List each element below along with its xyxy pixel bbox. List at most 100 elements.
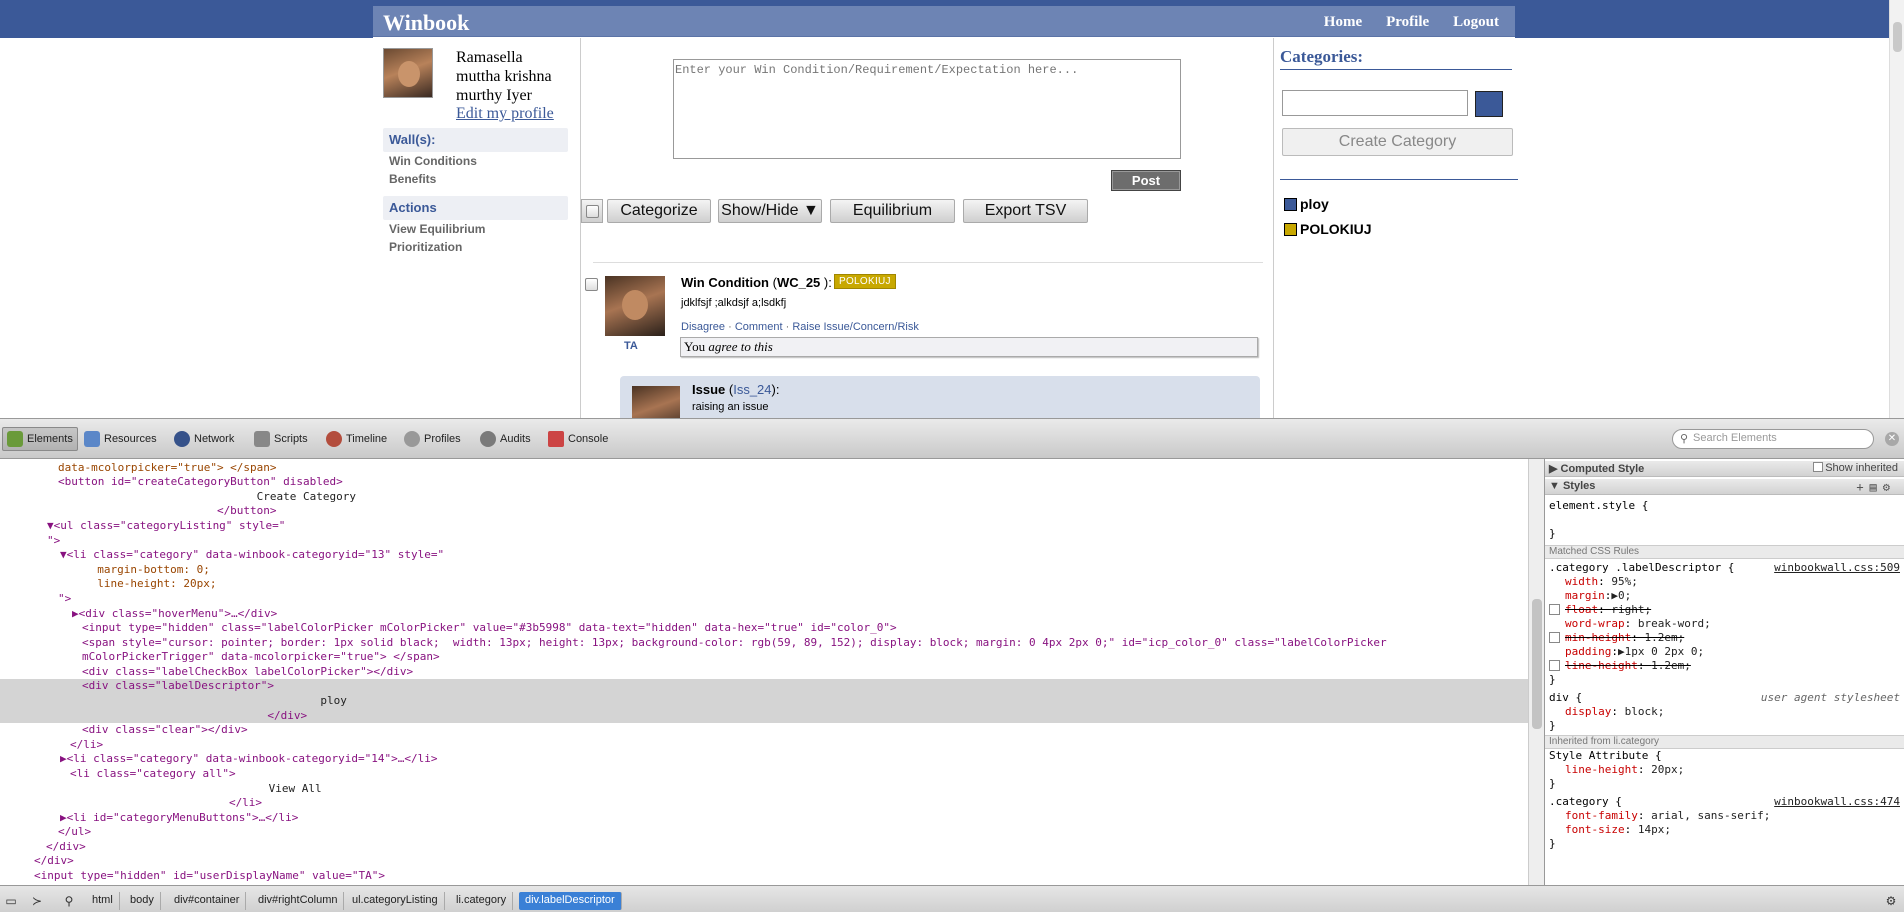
rule-source-link[interactable]: winbookwall.css:509 <box>1774 561 1900 574</box>
create-category-button[interactable]: Create Category <box>1282 128 1513 156</box>
dom-line[interactable]: <button id="createCategoryButton" disabl… <box>0 475 1528 490</box>
dom-line[interactable]: ▶<li class="category" data-winbook-categ… <box>0 752 1528 767</box>
css-property[interactable]: line-height: 20px; <box>1549 763 1901 777</box>
tab-network[interactable]: Network <box>170 427 238 451</box>
tab-audits[interactable]: Audits <box>476 427 535 451</box>
dom-line[interactable]: Create Category <box>0 490 1528 505</box>
dom-line[interactable]: </li> <box>0 738 1528 753</box>
nav-profile[interactable]: Profile <box>1386 14 1429 31</box>
styles-header[interactable]: ▼ Styles <box>1545 479 1904 495</box>
dom-line[interactable]: ▶<li id="categoryMenuButtons">…</li> <box>0 811 1528 826</box>
dom-line[interactable]: "> <box>0 592 1528 607</box>
post-author-name[interactable]: TA <box>624 340 638 352</box>
post-button[interactable]: Post <box>1111 170 1181 191</box>
dom-line-selected[interactable]: <div class="labelDescriptor"> <box>0 679 1528 694</box>
inspect-icon[interactable]: ⚲ <box>60 892 78 910</box>
dom-line[interactable]: line-height: 20px; <box>0 577 1528 592</box>
comment-link[interactable]: Comment <box>735 321 783 333</box>
prioritization-link[interactable]: Prioritization <box>389 240 462 254</box>
dom-line[interactable]: mColorPickerTrigger" data-mcolorpicker="… <box>0 650 1528 665</box>
export-tsv-button[interactable]: Export TSV <box>963 199 1088 223</box>
view-equilibrium-link[interactable]: View Equilibrium <box>389 222 485 236</box>
category-color-swatch[interactable] <box>1284 198 1297 211</box>
css-property[interactable]: font-family: arial, sans-serif; <box>1549 809 1901 823</box>
breadcrumb-categorylisting[interactable]: ul.categoryListing <box>346 892 445 910</box>
tab-profiles[interactable]: Profiles <box>400 427 465 451</box>
tab-elements[interactable]: Elements <box>2 427 78 451</box>
show-inherited-toggle[interactable]: Show inherited <box>1813 462 1898 474</box>
dom-line[interactable]: <div class="clear"></div> <box>0 723 1528 738</box>
category-color-swatch[interactable] <box>1284 223 1297 236</box>
show-hide-button[interactable]: Show/Hide ▼ <box>718 199 822 223</box>
dom-line[interactable]: </button> <box>0 504 1528 519</box>
rule-source-link[interactable]: winbookwall.css:474 <box>1774 795 1900 808</box>
search-elements-input[interactable]: Search Elements <box>1672 429 1874 449</box>
css-property-overridden[interactable]: min-height: 1.2em; <box>1549 631 1901 645</box>
styles-toolbar-icons[interactable]: +▤⚙ <box>1856 480 1896 494</box>
dom-line[interactable]: View All <box>0 782 1528 797</box>
close-icon[interactable]: ✕ <box>1885 432 1899 446</box>
dom-line-selected[interactable]: ploy <box>0 694 1528 709</box>
show-inherited-checkbox[interactable] <box>1813 462 1824 472</box>
wall-win-conditions-link[interactable]: Win Conditions <box>389 154 477 168</box>
category-name-input[interactable] <box>1282 90 1468 116</box>
breadcrumb-container[interactable]: div#container <box>168 892 247 910</box>
breadcrumb-category[interactable]: li.category <box>450 892 514 910</box>
tab-scripts[interactable]: Scripts <box>250 427 312 451</box>
post-checkbox[interactable] <box>585 278 598 291</box>
dom-line[interactable]: </ul> <box>0 825 1528 840</box>
dom-line[interactable]: ▼<li class="category" data-winbook-categ… <box>0 548 1528 563</box>
dom-line[interactable]: </li> <box>0 796 1528 811</box>
page-scrollbar[interactable] <box>1889 0 1904 418</box>
css-property[interactable]: width: 95%; <box>1549 575 1901 589</box>
equilibrium-button[interactable]: Equilibrium <box>830 199 955 223</box>
scrollbar-thumb[interactable] <box>1532 599 1542 729</box>
dom-line-selected[interactable]: </div> <box>0 709 1528 723</box>
nav-logout[interactable]: Logout <box>1453 14 1499 31</box>
css-property-overridden[interactable]: line-height: 1.2em; <box>1549 659 1901 673</box>
wall-benefits-link[interactable]: Benefits <box>389 172 436 186</box>
gear-icon[interactable]: ⚙ <box>1882 892 1900 910</box>
breadcrumb-labeldescriptor[interactable]: div.labelDescriptor <box>519 892 622 910</box>
breadcrumb-html[interactable]: html <box>86 892 120 910</box>
raise-issue-link[interactable]: Raise Issue/Concern/Risk <box>792 321 919 333</box>
dom-line[interactable]: "> <box>0 534 1528 549</box>
css-property[interactable]: word-wrap: break-word; <box>1549 617 1901 631</box>
console-toggle-icon[interactable]: ≻ <box>28 892 46 910</box>
css-property-overridden[interactable]: float: right; <box>1549 603 1901 617</box>
dom-line[interactable]: <span style="cursor: pointer; border: 1p… <box>0 636 1528 651</box>
dom-line[interactable]: ▼<ul class="categoryListing" style=" <box>0 519 1528 534</box>
category-color-picker[interactable] <box>1475 91 1503 117</box>
css-property[interactable]: padding:▶1px 0 2px 0; <box>1549 645 1901 659</box>
css-property[interactable]: display: block; <box>1549 705 1901 719</box>
rule-selector[interactable]: Style Attribute { <box>1549 749 1901 763</box>
breadcrumb-rightcolumn[interactable]: div#rightColumn <box>252 892 345 910</box>
win-condition-input[interactable] <box>673 59 1181 159</box>
dom-line[interactable]: ▶<div class="hoverMenu">…</div> <box>0 607 1528 622</box>
dom-line[interactable]: <li class="category all"> <box>0 767 1528 782</box>
scrollbar-thumb[interactable] <box>1893 22 1902 52</box>
css-property[interactable]: margin:▶0; <box>1549 589 1901 603</box>
breadcrumb-body[interactable]: body <box>124 892 161 910</box>
tab-console[interactable]: Console <box>544 427 612 451</box>
dom-scrollbar[interactable] <box>1528 459 1544 885</box>
post-category-badge[interactable]: POLOKIUJ <box>834 274 896 289</box>
nav-home[interactable]: Home <box>1324 14 1362 31</box>
select-all-checkbox[interactable] <box>586 205 599 218</box>
dom-tree[interactable]: data-mcolorpicker="true"> </span> <butto… <box>0 459 1528 885</box>
dom-line[interactable]: margin-bottom: 0; <box>0 563 1528 578</box>
tab-timeline[interactable]: Timeline <box>322 427 391 451</box>
css-property[interactable]: font-size: 14px; <box>1549 823 1901 837</box>
brand-logo[interactable]: Winbook <box>383 10 469 36</box>
categorize-button[interactable]: Categorize <box>607 199 711 223</box>
dom-line[interactable]: </div> <box>0 854 1528 869</box>
disagree-link[interactable]: Disagree <box>681 321 725 333</box>
dom-line[interactable]: data-mcolorpicker="true"> </span> <box>0 461 1528 476</box>
dom-line[interactable]: <div class="labelCheckBox labelColorPick… <box>0 665 1528 680</box>
edit-profile-link[interactable]: Edit my profile <box>456 105 554 123</box>
dom-line[interactable]: </div> <box>0 840 1528 855</box>
dom-line[interactable]: <input type="hidden" id="userDisplayName… <box>0 869 1528 884</box>
tab-resources[interactable]: Resources <box>80 427 161 451</box>
dock-icon[interactable]: ▭ <box>2 892 20 910</box>
element-style-selector[interactable]: element.style { <box>1549 499 1901 513</box>
